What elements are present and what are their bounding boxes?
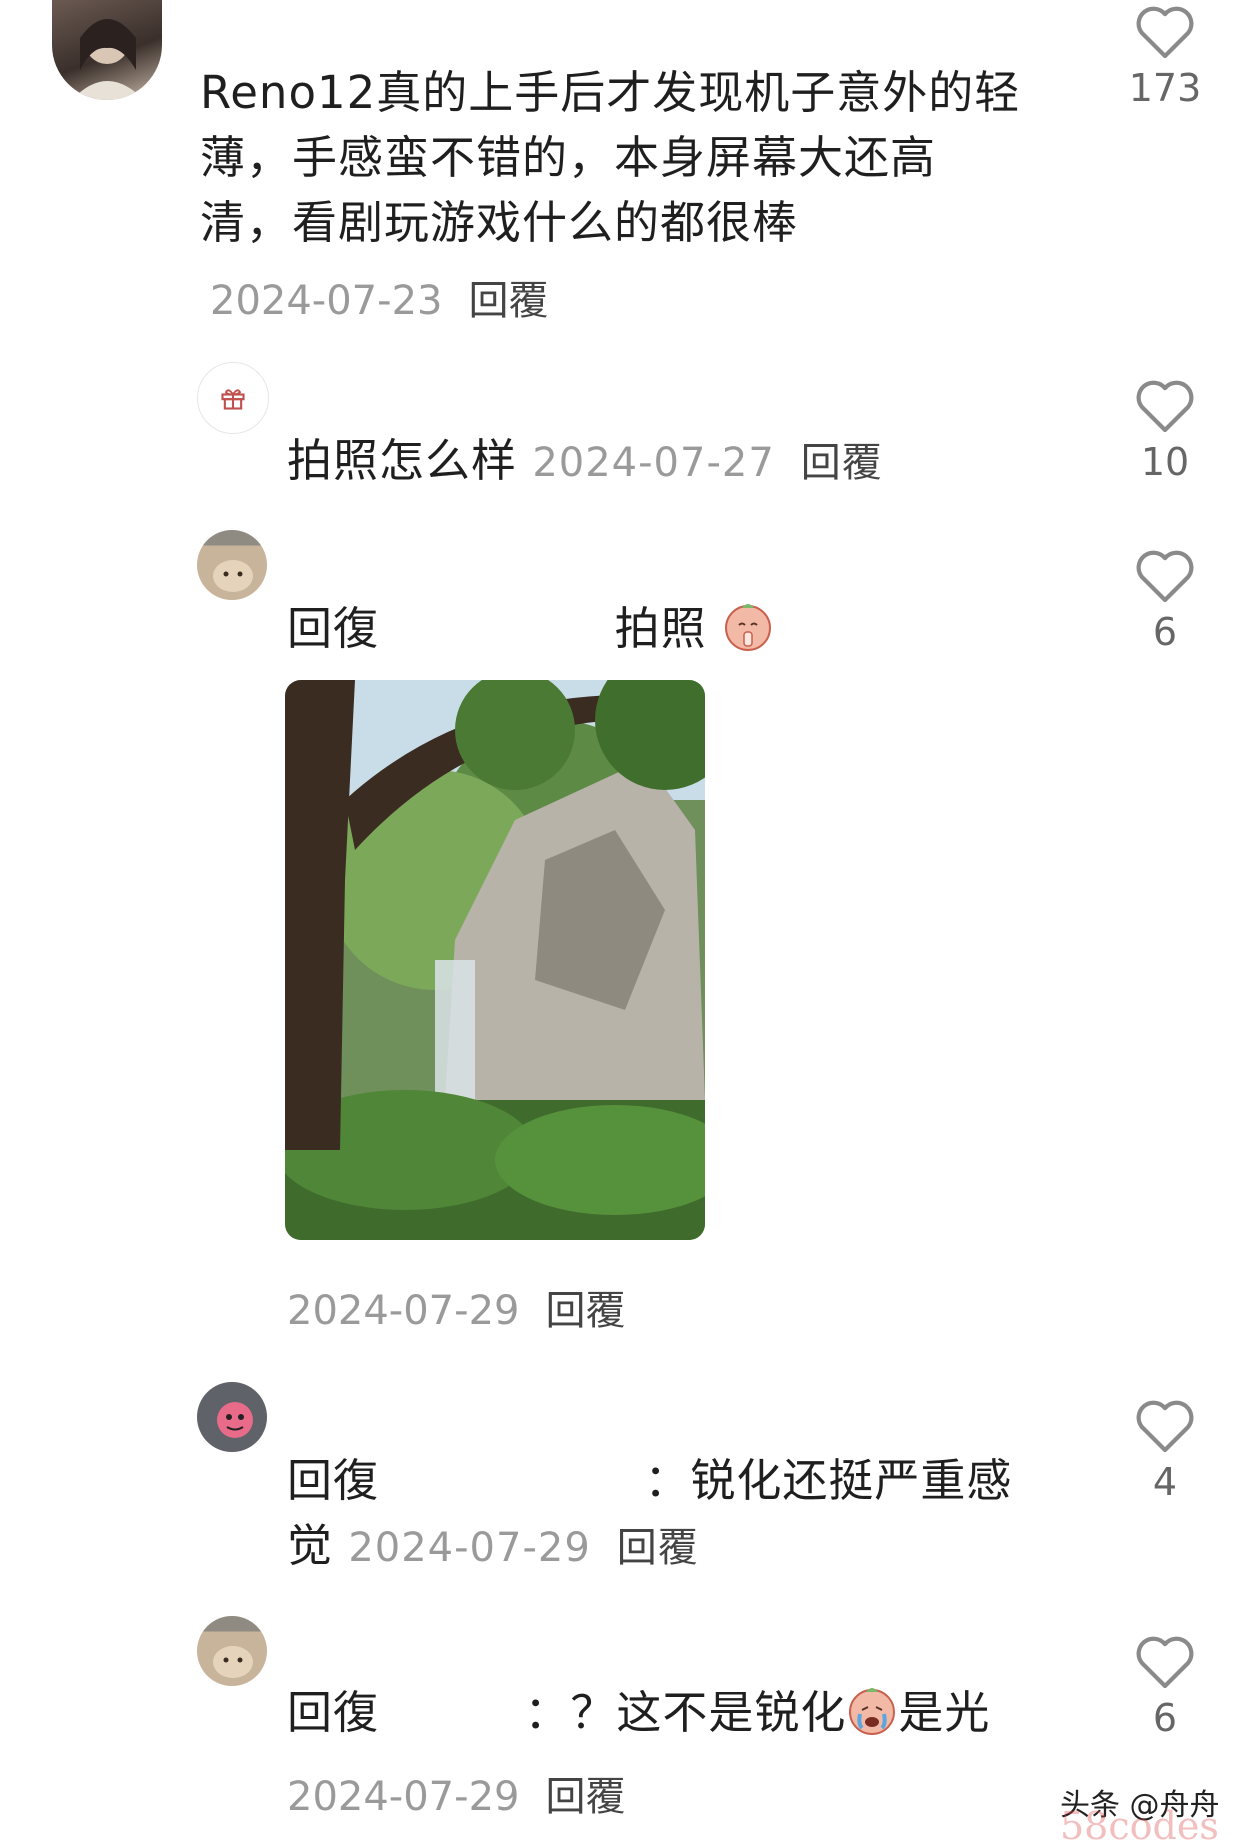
comment-1-text-line1: Reno12真的上手后才发现机子意外的轻 [200,66,1021,119]
comment-5-text-b: 是光 [898,1686,991,1739]
comment-5-date: 2024-07-29 [287,1774,520,1820]
crying-emoji-icon [846,1684,898,1753]
comment-5-text-a: ：？这不是锐化 [524,1686,847,1739]
comment-3-reply-prefix: 回復 [287,602,380,655]
comment-3-like-count: 6 [1152,610,1178,654]
comment-2-text: 拍照怎么样 [287,434,518,487]
heart-outline-icon [1136,1400,1194,1453]
comment-4-text-line1: ：锐化还挺严重感 [644,1454,1013,1507]
comment-1-like-button[interactable]: 173 [1110,2,1220,110]
comment-2-date: 2024-07-27 [532,440,775,486]
comment-1-text-line2: 薄，手感蛮不错的，本身屏幕大还高 [200,131,937,184]
redacted-username [394,1456,645,1496]
garden-photo-image [285,680,705,1240]
heart-outline-icon [1136,1636,1194,1689]
comment-4-like-count: 4 [1152,1460,1178,1504]
redacted-username [394,1688,525,1728]
avatar-user-3[interactable] [197,530,267,600]
comment-4-text-line2: 觉 [287,1519,334,1572]
comment-3-photo[interactable] [285,680,705,1240]
site-watermark: 58codes [1060,1804,1219,1848]
avatar-user-2[interactable] [197,362,269,434]
comment-2-reply-button[interactable]: 回覆 [801,440,883,486]
comment-1-like-count: 173 [1128,66,1202,110]
comment-3-like-button[interactable]: 6 [1110,546,1220,654]
comment-5-like-button[interactable]: 6 [1110,1632,1220,1740]
comment-3-text: 拍照 [614,602,707,655]
comment-4-like-button[interactable]: 4 [1110,1396,1220,1504]
comment-1-text-line3: 清，看剧玩游戏什么的都很棒 [200,196,799,249]
redacted-username [394,604,600,644]
comment-4-reply-prefix: 回復 [287,1454,380,1507]
comment-3-reply-button[interactable]: 回覆 [545,1288,625,1334]
comment-2-like-button[interactable]: 10 [1110,376,1220,484]
pink-creature-avatar-icon [197,1382,267,1452]
avatar-user-5[interactable] [197,1616,267,1686]
comment-3-date: 2024-07-29 [287,1288,520,1334]
comment-5-like-count: 6 [1152,1696,1178,1740]
cat-avatar-icon [213,560,253,592]
avatar-user-4[interactable] [197,1382,267,1452]
cat-avatar-icon [213,1646,253,1678]
praying-emoji-icon [722,600,774,669]
comment-4-date: 2024-07-29 [348,1525,591,1571]
comment-1-date: 2024-07-23 [210,278,443,324]
gift-icon [221,389,245,410]
comment-5-reply-button[interactable]: 回覆 [545,1774,625,1820]
comment-1-reply-button[interactable]: 回覆 [468,278,548,324]
comment-2-like-count: 10 [1140,440,1190,484]
avatar-portrait-icon [72,19,144,100]
avatar-user-1[interactable] [52,0,162,100]
comment-5-reply-prefix: 回復 [287,1686,380,1739]
comment-4-reply-button[interactable]: 回覆 [617,1525,699,1571]
heart-outline-icon [1136,6,1194,59]
heart-outline-icon [1136,380,1194,433]
heart-outline-icon [1136,550,1194,603]
